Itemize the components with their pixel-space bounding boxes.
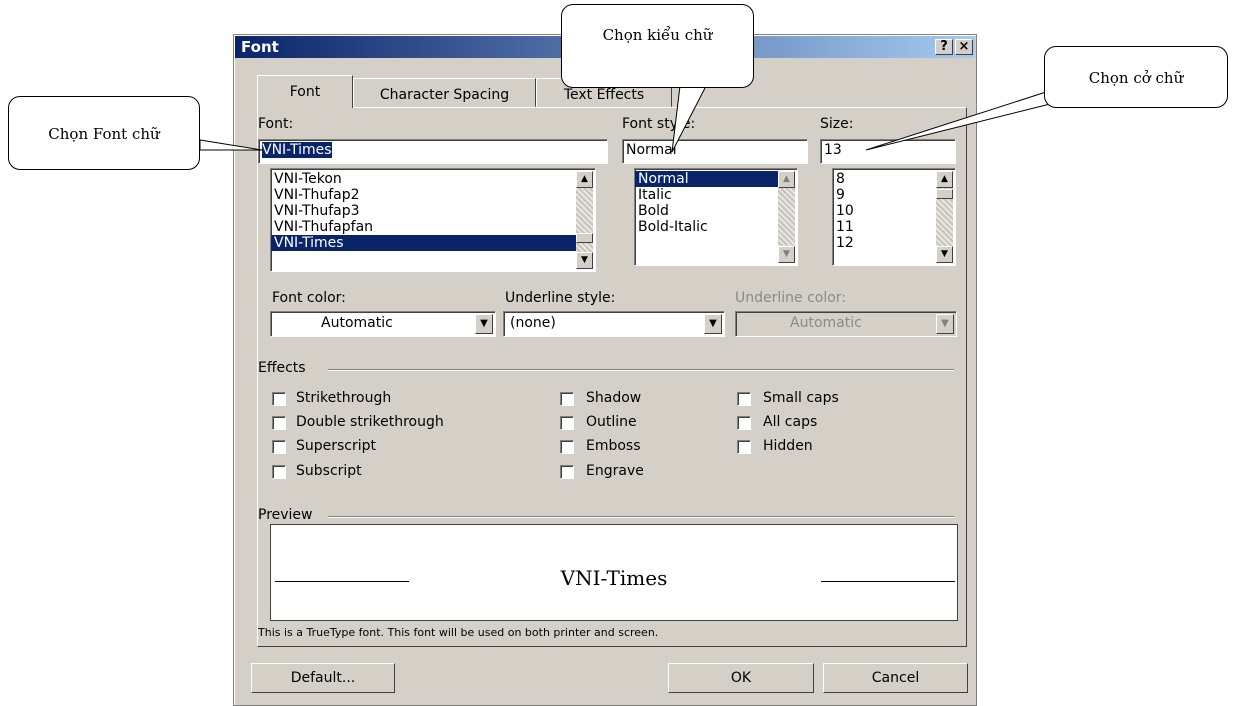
tab-font-label: Font (289, 84, 321, 100)
font-callout: Chọn Font chữ (8, 96, 200, 170)
font-callout-pointer (199, 139, 263, 151)
style-callout-pointer (671, 85, 707, 153)
size-callout: Chọn cở chữ (1044, 46, 1228, 108)
size-callout-pointer (865, 91, 1051, 151)
style-callout: Chọn kiểu chữ (561, 4, 754, 88)
tab-font[interactable]: Font (257, 75, 353, 108)
